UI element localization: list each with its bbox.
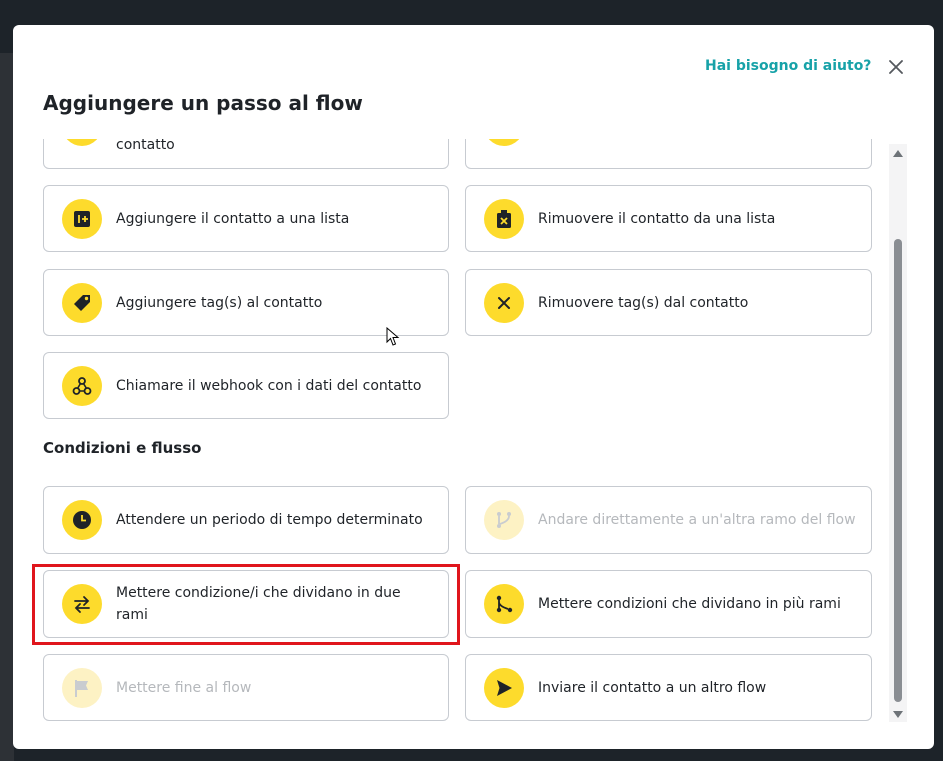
step-webhook[interactable]: Chiamare il webhook con i dati del conta… <box>43 352 449 419</box>
step-label: contatto <box>116 139 175 153</box>
scrollbar[interactable] <box>889 144 907 722</box>
webhook-icon <box>62 365 102 406</box>
step-split-many[interactable]: Mettere condizioni che dividano in più r… <box>465 570 872 638</box>
step-label: Mettere condizione/i che dividano in due… <box>116 585 401 623</box>
send-icon <box>484 667 524 708</box>
clock-icon <box>62 500 102 540</box>
page-backdrop <box>0 53 14 761</box>
help-link[interactable]: Hai bisogno di aiuto? <box>705 58 871 74</box>
step-label: Chiamare il webhook con i dati del conta… <box>116 377 422 394</box>
scroll-down-icon[interactable] <box>893 711 903 718</box>
step-remove-tags[interactable]: Rimuovere tag(s) dal contatto <box>465 269 872 336</box>
step-send-flow[interactable]: Inviare il contatto a un altro flow <box>465 654 872 721</box>
step-label: Andare direttamente a un'altra ramo del … <box>538 512 856 528</box>
step-card-partial-right[interactable] <box>465 139 872 169</box>
flag-icon <box>62 667 102 708</box>
add-step-modal: Hai bisogno di aiuto? Aggiungere un pass… <box>13 25 934 749</box>
x-icon <box>484 282 524 323</box>
step-label: Rimuovere il contatto da una lista <box>538 210 776 227</box>
step-add-to-list[interactable]: Aggiungere il contatto a una lista <box>43 185 449 252</box>
step-wait[interactable]: Attendere un periodo di tempo determinat… <box>43 486 449 554</box>
step-label: Aggiungere il contatto a una lista <box>116 210 350 227</box>
step-icon <box>484 139 524 146</box>
close-icon <box>889 60 903 74</box>
list-remove-icon <box>484 198 524 239</box>
list-add-icon <box>62 198 102 239</box>
modal-title: Aggiungere un passo al flow <box>43 91 363 115</box>
mouse-cursor-icon <box>386 327 400 346</box>
swap-arrows-icon <box>62 584 102 624</box>
step-goto-branch: Andare direttamente a un'altra ramo del … <box>465 486 872 554</box>
step-label: Attendere un periodo di tempo determinat… <box>116 512 423 528</box>
step-label: Mettere condizioni che dividano in più r… <box>538 596 841 612</box>
scroll-up-icon[interactable] <box>893 150 903 157</box>
step-remove-from-list[interactable]: Rimuovere il contatto da una lista <box>465 185 872 252</box>
branch-icon <box>484 500 524 540</box>
scrollbar-thumb[interactable] <box>894 239 902 702</box>
step-icon <box>62 139 102 146</box>
split-branches-icon <box>484 584 524 624</box>
step-label: Aggiungere tag(s) al contatto <box>116 294 323 311</box>
section-title-conditions: Condizioni e flusso <box>43 439 202 457</box>
step-add-tags[interactable]: Aggiungere tag(s) al contatto <box>43 269 449 336</box>
step-split-two[interactable]: Mettere condizione/i che dividano in due… <box>43 570 449 638</box>
step-end-flow: Mettere fine al flow <box>43 654 449 721</box>
step-label: Mettere fine al flow <box>116 679 252 696</box>
steps-list: contatto Aggiungere il contatto a una li… <box>13 139 893 749</box>
tag-icon <box>62 282 102 323</box>
step-card-partial-left[interactable]: contatto <box>43 139 449 169</box>
step-label: Inviare il contatto a un altro flow <box>538 679 767 696</box>
close-button[interactable] <box>885 56 907 78</box>
step-label: Rimuovere tag(s) dal contatto <box>538 294 749 311</box>
